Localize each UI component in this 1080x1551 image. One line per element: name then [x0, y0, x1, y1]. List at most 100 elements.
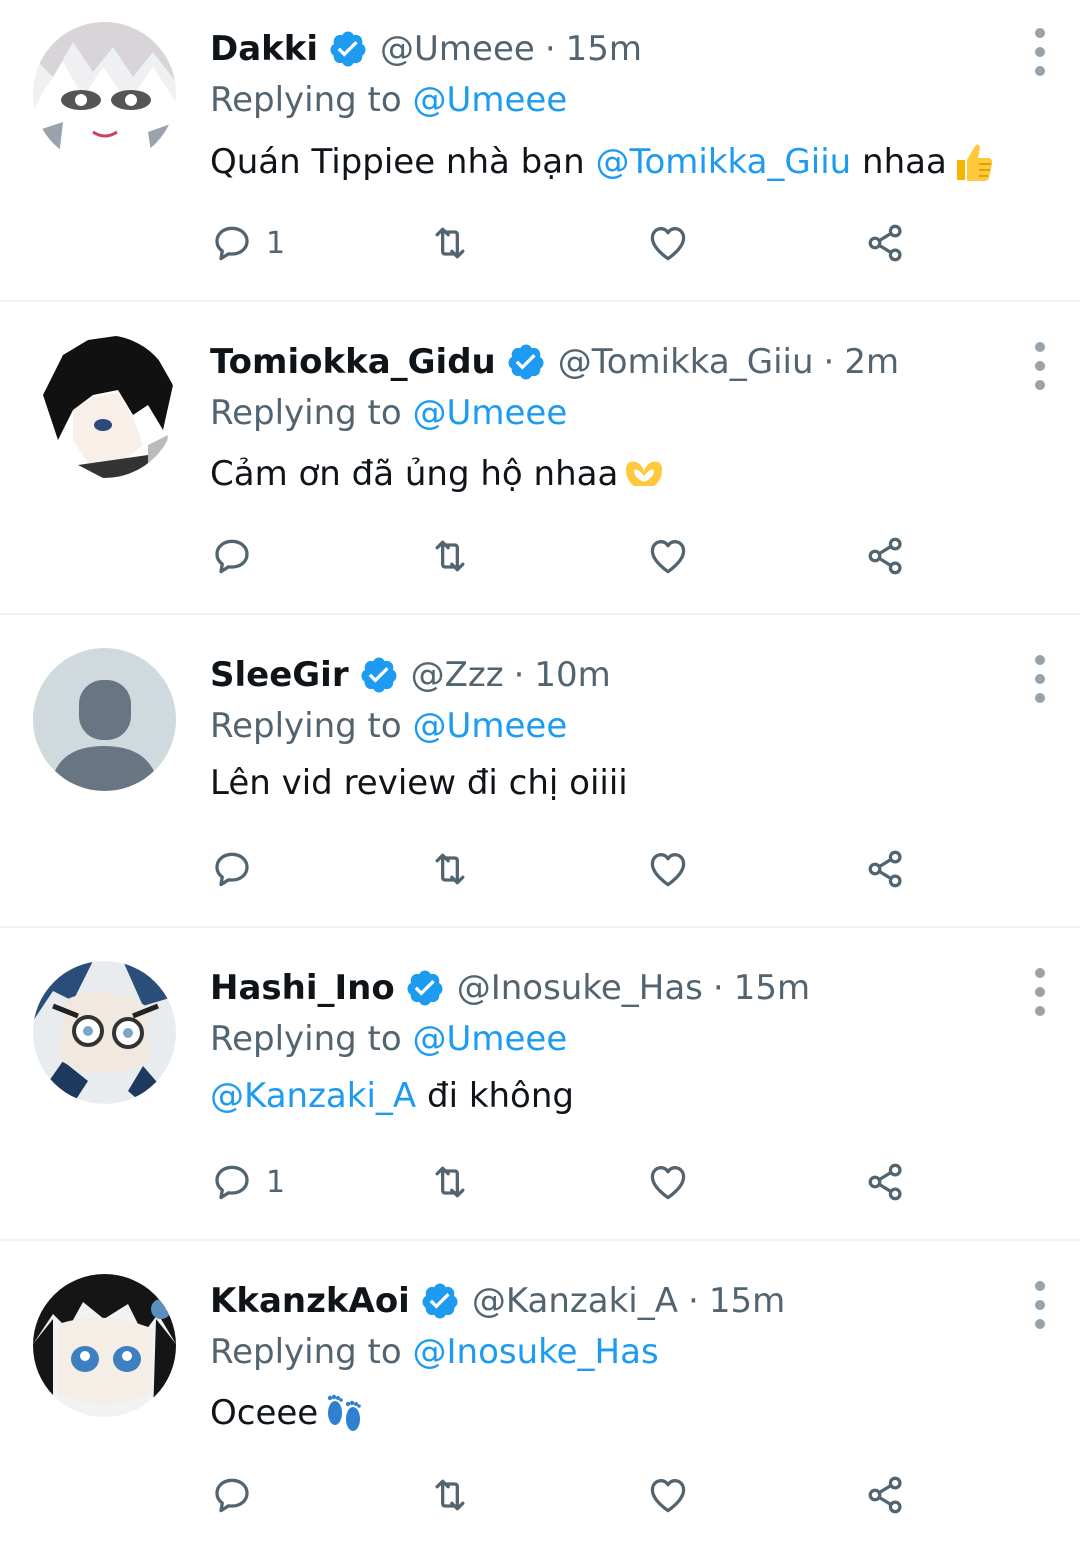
avatar[interactable] [33, 961, 176, 1104]
retweet-button[interactable] [428, 1157, 472, 1207]
reply-bubble-icon [215, 226, 249, 261]
avatar[interactable] [33, 22, 176, 165]
share-icon [868, 1163, 902, 1201]
display-name[interactable]: SleeGir [210, 655, 349, 695]
retweet-icon [435, 227, 465, 259]
share-button[interactable] [864, 1157, 908, 1207]
heart-icon [650, 853, 686, 887]
more-vertical-icon[interactable] [1030, 28, 1050, 76]
tweet-4[interactable]: Hashi_Ino @Inosuke_Has · 15m Replying to… [0, 928, 1080, 1241]
heart-hands-icon [620, 450, 668, 498]
timestamp[interactable]: 15m [566, 29, 642, 69]
verified-badge-icon [359, 655, 399, 695]
body-mention[interactable]: @Tomikka_Giiu [595, 142, 851, 182]
retweet-button[interactable] [428, 218, 472, 268]
reply-to-mention[interactable]: @Umeee [413, 1019, 568, 1059]
separator-dot: · [712, 968, 724, 1008]
verified-badge-icon [328, 29, 368, 69]
replying-to: Replying to @Umeee [210, 393, 567, 433]
reply-to-mention[interactable]: @Umeee [413, 393, 568, 433]
heart-icon [650, 1479, 686, 1513]
verified-badge-icon [506, 342, 546, 382]
handle[interactable]: @Zzz [411, 655, 504, 695]
retweet-icon [435, 1479, 465, 1511]
reply-to-mention[interactable]: @Umeee [413, 706, 568, 746]
display-name[interactable]: KkanzkAoi [210, 1281, 410, 1321]
reply-button[interactable]: 1 [210, 1157, 285, 1207]
tweet-text: Quán Tippiee nhà bạn @Tomikka_Giiu nhaa [210, 138, 997, 186]
timestamp[interactable]: 15m [709, 1281, 785, 1321]
handle[interactable]: @Kanzaki_A [472, 1281, 678, 1321]
verified-badge-icon [405, 968, 445, 1008]
display-name[interactable]: Hashi_Ino [210, 968, 395, 1008]
replying-to: Replying to @Umeee [210, 706, 567, 746]
separator-dot: · [513, 655, 525, 695]
more-vertical-icon[interactable] [1030, 655, 1050, 703]
heart-icon [650, 540, 686, 574]
share-button[interactable] [864, 844, 908, 894]
heart-icon [650, 1166, 686, 1200]
like-button[interactable] [646, 218, 690, 268]
reply-button[interactable] [210, 1470, 266, 1520]
retweet-icon [435, 540, 465, 572]
replying-to-label: Replying to [210, 393, 402, 433]
timestamp[interactable]: 10m [534, 655, 610, 695]
reply-to-mention[interactable]: @Inosuke_Has [413, 1332, 659, 1372]
avatar[interactable] [33, 335, 176, 478]
reply-bubble-icon [215, 1165, 249, 1200]
timestamp[interactable]: 15m [734, 968, 810, 1008]
retweet-icon [435, 1166, 465, 1198]
retweet-button[interactable] [428, 531, 472, 581]
tweet-text-part: Cảm ơn đã ủng hộ nhaa [210, 454, 619, 494]
tweet-text-part: đi không [426, 1076, 574, 1116]
timestamp[interactable]: 2m [844, 342, 899, 382]
tweet-actions [210, 844, 930, 894]
replying-to: Replying to @Umeee [210, 80, 567, 120]
like-button[interactable] [646, 844, 690, 894]
share-icon [868, 1476, 902, 1514]
tweet-1[interactable]: Dakki @Umeee · 15m Replying to @Umeee Qu… [0, 0, 1080, 302]
body-mention[interactable]: @Kanzaki_A [210, 1076, 416, 1116]
retweet-button[interactable] [428, 1470, 472, 1520]
separator-dot: · [688, 1281, 699, 1321]
thumbs-up-icon [949, 138, 997, 186]
like-button[interactable] [646, 1470, 690, 1520]
reply-to-mention[interactable]: @Umeee [413, 80, 568, 120]
tweet-2[interactable]: Tomiokka_Gidu @Tomikka_Giiu · 2m Replyin… [0, 302, 1080, 615]
like-button[interactable] [646, 1157, 690, 1207]
default-person-icon [33, 648, 176, 791]
tweet-actions: 1 [210, 218, 930, 268]
handle[interactable]: @Umeee [380, 29, 535, 69]
avatar[interactable] [33, 1274, 176, 1417]
tweet-text-part: nhaa [862, 142, 947, 182]
more-vertical-icon[interactable] [1030, 1281, 1050, 1329]
retweet-icon [435, 853, 465, 885]
reply-bubble-icon [215, 539, 249, 574]
avatar[interactable] [33, 648, 176, 791]
reply-bubble-icon [215, 852, 249, 887]
replying-to: Replying to @Inosuke_Has [210, 1332, 659, 1372]
replying-to-label: Replying to [210, 706, 402, 746]
tweet-3[interactable]: SleeGir @Zzz · 10m Replying to @Umeee Lê… [0, 615, 1080, 928]
tweet-text: @Kanzaki_A đi không [210, 1076, 574, 1116]
tweet-text: Lên vid review đi chị oiiii [210, 763, 628, 803]
more-vertical-icon[interactable] [1030, 342, 1050, 390]
tweet-5[interactable]: KkanzkAoi @Kanzaki_A · 15m Replying to @… [0, 1241, 1080, 1551]
handle[interactable]: @Tomikka_Giiu [558, 342, 814, 382]
share-button[interactable] [864, 531, 908, 581]
tweet-text-part: Quán Tippiee nhà bạn [210, 142, 585, 182]
display-name[interactable]: Dakki [210, 29, 318, 69]
share-button[interactable] [864, 218, 908, 268]
reply-button[interactable] [210, 531, 266, 581]
more-vertical-icon[interactable] [1030, 968, 1050, 1016]
retweet-button[interactable] [428, 844, 472, 894]
footprints-icon [320, 1389, 368, 1437]
like-button[interactable] [646, 531, 690, 581]
handle[interactable]: @Inosuke_Has [457, 968, 703, 1008]
display-name[interactable]: Tomiokka_Gidu [210, 342, 496, 382]
replying-to-label: Replying to [210, 1019, 402, 1059]
reply-button[interactable]: 1 [210, 218, 285, 268]
reply-count: 1 [266, 225, 286, 261]
reply-button[interactable] [210, 844, 266, 894]
share-button[interactable] [864, 1470, 908, 1520]
